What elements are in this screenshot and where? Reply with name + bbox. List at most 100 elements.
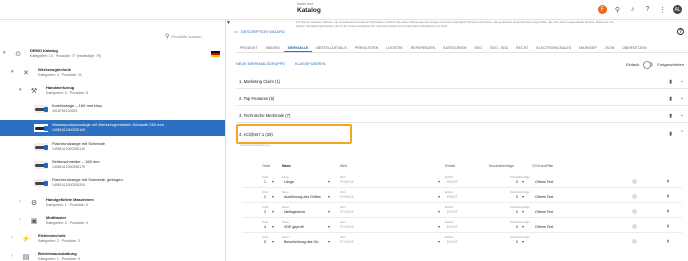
row-name[interactable]: Länge bbox=[284, 180, 294, 184]
trash-icon[interactable]: ▮ bbox=[667, 209, 669, 213]
dropdown-arrow-icon[interactable]: ▾ bbox=[328, 179, 330, 184]
row-name[interactable]: Ausführung des Griffes bbox=[284, 195, 321, 199]
dropdown-arrow-icon[interactable]: ▾ bbox=[522, 179, 524, 184]
tab-kategorien[interactable]: KATEGORIEN bbox=[439, 44, 470, 52]
tab-preislisten[interactable]: PREISLISTEN bbox=[351, 44, 382, 52]
row-unit[interactable]: EINHT bbox=[447, 180, 458, 184]
tree-product-item[interactable]: Seitenschneider – 160 mm 149816120002551… bbox=[0, 158, 225, 172]
tab-produkt[interactable]: PRODUKT bbox=[236, 44, 262, 52]
dropdown-arrow-icon[interactable]: ▾ bbox=[438, 194, 440, 199]
feature-group-row[interactable]: 2. Top Features (5) ▮ ⌄ bbox=[236, 92, 688, 106]
trash-icon[interactable]: ▮ bbox=[667, 194, 669, 198]
apps-grid-icon[interactable]: ⋮ bbox=[658, 5, 667, 14]
dropdown-arrow-icon[interactable]: ▾ bbox=[522, 224, 524, 229]
tab-bestelldetails[interactable]: BESTELLDETAILS bbox=[312, 44, 351, 52]
tab-electronicsales[interactable]: ELECTRONICSALES bbox=[532, 44, 575, 52]
row-print-order[interactable]: 0 bbox=[516, 225, 518, 229]
help-icon[interactable]: ? bbox=[677, 28, 684, 35]
dropdown-arrow-icon[interactable]: ▾ bbox=[522, 209, 524, 214]
dropdown-arrow-icon[interactable]: ▾ bbox=[438, 179, 440, 184]
status-dot-icon[interactable] bbox=[632, 209, 637, 215]
dropdown-arrow-icon[interactable]: ▾ bbox=[438, 224, 440, 229]
tab-uebersetzen[interactable]: ÜBERSETZEN bbox=[618, 44, 650, 52]
feature-group-row[interactable]: 1. Marketing Claim (1) ▮ ⌄ bbox=[236, 75, 688, 89]
trash-icon[interactable]: ▮ bbox=[667, 239, 669, 243]
row-unit[interactable]: EINHT bbox=[447, 240, 458, 244]
status-dot-icon[interactable] bbox=[632, 224, 637, 230]
row-value[interactable]: FIXWUE bbox=[340, 225, 354, 229]
trash-icon[interactable]: ▮ bbox=[667, 179, 669, 183]
chevron-down-icon[interactable]: ▾ bbox=[19, 87, 22, 93]
row-order[interactable]: 3 bbox=[264, 210, 266, 214]
trash-icon[interactable]: ▮ bbox=[667, 224, 669, 228]
feature-group-row[interactable]: 3. Technische Merkmale (7) ▮ ⌄ bbox=[236, 109, 688, 123]
row-name[interactable]: Nettogewicht bbox=[284, 210, 305, 214]
dropdown-arrow-icon[interactable]: ▾ bbox=[522, 194, 524, 199]
row-unit[interactable]: EINHT bbox=[447, 195, 458, 199]
row-csv[interactable]: Others Text bbox=[535, 210, 553, 214]
row-name[interactable]: Beschichtung des Gri... bbox=[284, 240, 321, 244]
dropdown-arrow-icon[interactable]: ▾ bbox=[272, 224, 274, 229]
trash-icon[interactable]: ▮ bbox=[669, 79, 672, 85]
dropdown-arrow-icon[interactable]: ▾ bbox=[272, 179, 274, 184]
dropdown-arrow-icon[interactable]: ▾ bbox=[328, 194, 330, 199]
dropdown-arrow-icon[interactable]: ▾ bbox=[328, 224, 330, 229]
help-icon[interactable]: ? bbox=[643, 5, 652, 14]
row-print-order[interactable]: 0 bbox=[516, 240, 518, 244]
dropdown-arrow-icon[interactable]: ▾ bbox=[272, 194, 274, 199]
tree-category-item[interactable]: › ⚡ Elektrotechnik Kategorien: 2 · Produ… bbox=[0, 232, 225, 246]
chevron-right-icon[interactable]: › bbox=[19, 217, 21, 223]
dropdown-arrow-icon[interactable]: ▾ bbox=[522, 239, 524, 244]
trash-icon[interactable]: ▮ bbox=[669, 113, 672, 119]
row-value[interactable]: FIXWUE bbox=[340, 195, 354, 199]
tree-product-item-selected[interactable]: Wasserpumpenzange mit Werkzeugreinstein-… bbox=[0, 120, 225, 136]
product-search[interactable]: ⚲ Produkte suchen bbox=[165, 31, 225, 41]
row-print-order[interactable]: 0 bbox=[516, 180, 518, 184]
tab-medien[interactable]: MEDIEN bbox=[262, 44, 284, 52]
tree-category-item[interactable]: ▾ ⚒ Handwerkzeug Kategorien: 0 · Produkt… bbox=[0, 84, 225, 98]
chevron-down-icon[interactable]: ▾ bbox=[11, 69, 14, 75]
dropdown-arrow-icon[interactable]: ▾ bbox=[328, 209, 330, 214]
tab-marksep[interactable]: MARKSEP bbox=[575, 44, 601, 52]
tree-category-item[interactable]: › ▣ Multitaster Kategorien: 0 · Produkte… bbox=[0, 214, 225, 228]
chevron-down-icon[interactable]: ⌄ bbox=[680, 95, 684, 101]
tab-logistik[interactable]: LOGISTIK bbox=[382, 44, 407, 52]
filter-icon[interactable]: ▼ bbox=[226, 20, 231, 26]
trash-icon[interactable]: ▮ bbox=[669, 131, 672, 137]
tab-merkmale[interactable]: MERKMALE bbox=[283, 44, 313, 52]
chevron-right-icon[interactable]: › bbox=[11, 235, 13, 241]
pin-icon[interactable]: ⚲ bbox=[613, 5, 622, 14]
chevron-down-icon[interactable]: ⌄ bbox=[680, 78, 684, 84]
row-csv[interactable]: Others Text bbox=[535, 180, 553, 184]
mode-switch[interactable] bbox=[643, 61, 654, 69]
row-value[interactable]: FIXWUE bbox=[340, 210, 354, 214]
dropdown-arrow-icon[interactable]: ▾ bbox=[272, 209, 274, 214]
status-dot-icon[interactable] bbox=[632, 179, 637, 185]
tree-category-item[interactable]: › ▤ Betriebsausstattung Kategorien: 1 · … bbox=[0, 250, 225, 261]
chevron-right-icon[interactable]: › bbox=[11, 253, 13, 259]
tree-product-item[interactable]: Kombizange – 160 mm blau 4018754120653 bbox=[0, 102, 225, 116]
header-name[interactable]: Name bbox=[282, 164, 291, 168]
tree-product-item[interactable]: Flachrundzange mit Schneide, gebogen 149… bbox=[0, 176, 225, 190]
tab-recht[interactable]: RECHT bbox=[512, 44, 532, 52]
description-wizard-button[interactable]: ▭ DESCRIPTION WIZARD bbox=[234, 29, 285, 34]
bell-icon[interactable]: ♪ bbox=[628, 5, 637, 14]
mode-toggle[interactable]: Einfach Fortgeschritten bbox=[626, 61, 684, 69]
row-unit[interactable]: EINHT bbox=[447, 210, 458, 214]
user-avatar[interactable]: AL bbox=[673, 5, 682, 14]
row-unit[interactable]: EINHT bbox=[447, 225, 458, 229]
row-order[interactable]: 4 bbox=[264, 225, 266, 229]
status-dot-icon[interactable] bbox=[632, 194, 637, 200]
row-value[interactable]: FIXWUE bbox=[340, 240, 354, 244]
dropdown-arrow-icon[interactable]: ▾ bbox=[328, 239, 330, 244]
chevron-down-icon[interactable]: ▾ bbox=[3, 50, 6, 56]
new-feature-group-button[interactable]: NEUE MERKMALSGRUPPE bbox=[236, 62, 285, 66]
row-order[interactable]: 1 bbox=[264, 180, 266, 184]
tab-seo[interactable]: SEO bbox=[470, 44, 486, 52]
chevron-right-icon[interactable]: › bbox=[19, 199, 21, 205]
chevron-down-icon[interactable]: ⌄ bbox=[680, 112, 684, 118]
row-order[interactable]: 5 bbox=[264, 240, 266, 244]
classify-button[interactable]: KLASSIFIZIEREN bbox=[295, 62, 326, 66]
tree-root-item[interactable]: ▾ ⊙ DEMO Katalog Kategorien: 14 · Produk… bbox=[0, 46, 225, 62]
row-print-order[interactable]: 0 bbox=[516, 195, 518, 199]
